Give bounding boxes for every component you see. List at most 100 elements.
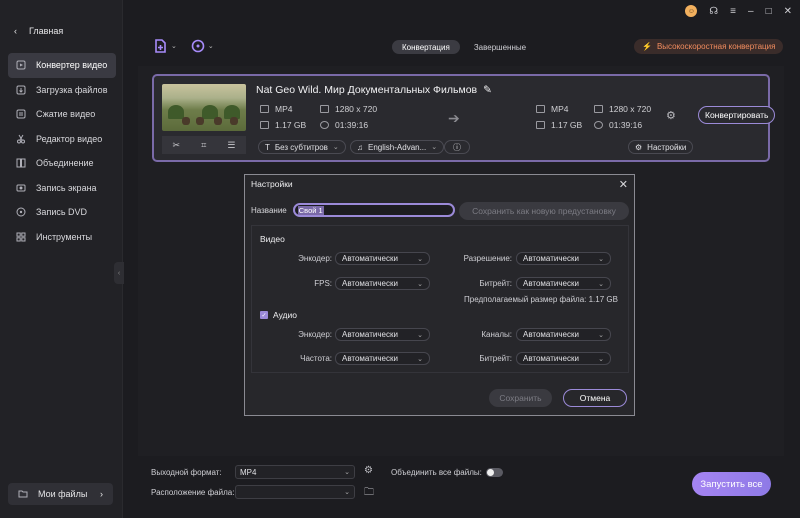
- file-location-select[interactable]: ⌄: [235, 485, 355, 499]
- subtitles-select[interactable]: T Без субтитров ⌄: [258, 140, 346, 154]
- sidebar-nav: Конвертер видео Загрузка файлов Сжатие в…: [8, 53, 116, 249]
- chevron-down-icon: ⌄: [417, 355, 423, 363]
- audio-encoder-select[interactable]: Автоматически ⌄: [335, 328, 430, 341]
- list-icon[interactable]: ☰: [227, 140, 235, 151]
- settings-dialog: Настройки ✕ Название Свой 1 Сохранить ка…: [244, 174, 635, 416]
- thumbnail-toolbar: ✂ ⌗ ☰: [162, 136, 246, 154]
- sidebar-item-merge[interactable]: Объединение: [8, 151, 116, 176]
- add-file-icon: [155, 39, 166, 53]
- close-icon[interactable]: ✕: [619, 178, 628, 191]
- output-format-select[interactable]: MP4 ⌄: [235, 465, 355, 479]
- sidebar-item-dvd[interactable]: Запись DVD: [8, 200, 116, 225]
- audio-track-select[interactable]: ♫ English-Advan... ⌄: [350, 140, 445, 154]
- cancel-button[interactable]: Отмена: [563, 389, 627, 407]
- scissors-icon[interactable]: ✂: [173, 140, 181, 151]
- fps-select[interactable]: Автоматически ⌄: [335, 277, 430, 290]
- avatar[interactable]: ☺: [685, 5, 698, 17]
- settings-icon: ⚙: [635, 142, 643, 152]
- video-encoder-label: Энкодер:: [298, 254, 332, 263]
- start-all-button[interactable]: Запустить все: [692, 472, 771, 496]
- tab-convert[interactable]: Конвертация: [392, 40, 460, 54]
- format-settings-icon[interactable]: ⚙: [364, 465, 373, 476]
- menu-icon[interactable]: ≡: [730, 6, 736, 17]
- folder-icon: [260, 121, 269, 129]
- audio-icon: ♫: [357, 142, 363, 152]
- source-resolution-value: 1280 x 720: [335, 104, 378, 114]
- audio-checkbox[interactable]: ✓: [260, 311, 268, 319]
- merge-toggle[interactable]: [486, 468, 503, 477]
- merge-label: Объединить все файлы:: [391, 468, 482, 477]
- target-format: MP4: [536, 104, 568, 114]
- save-button[interactable]: Сохранить: [489, 389, 552, 407]
- name-label: Название: [251, 205, 287, 215]
- chevron-right-icon: ›: [100, 489, 103, 499]
- headset-icon[interactable]: ☊: [709, 6, 718, 17]
- video-thumbnail[interactable]: [162, 84, 246, 131]
- source-duration: 01:39:16: [320, 120, 368, 130]
- high-speed-label: Высокоскоростная конвертация: [656, 42, 776, 51]
- convert-button[interactable]: Конвертировать: [698, 106, 776, 124]
- info-button[interactable]: ⓘ: [444, 140, 470, 154]
- settings-label: Настройки: [647, 142, 687, 152]
- close-icon[interactable]: ✕: [784, 6, 792, 17]
- edit-icon[interactable]: ✎: [483, 84, 492, 96]
- add-disc-button[interactable]: ⌄: [191, 39, 214, 53]
- settings-button[interactable]: ⚙ Настройки: [628, 140, 694, 154]
- target-resolution: 1280 x 720: [594, 104, 651, 114]
- grid-icon: [16, 232, 26, 242]
- arrow-right-icon: ➔: [448, 110, 460, 126]
- sidebar: ‹ Главная Конвертер видео Загрузка файло…: [0, 0, 123, 518]
- my-files-label: Мои файлы: [38, 489, 88, 499]
- audio-section-label: Аудио: [273, 310, 297, 320]
- audio-track-value: English-Advan...: [368, 142, 427, 152]
- video-section-title: Видео: [260, 234, 285, 244]
- tabs: Конвертация Завершенные: [392, 40, 536, 54]
- estimated-size: Предполагаемый размер файла: 1.17 GB: [464, 295, 618, 304]
- add-file-button[interactable]: ⌄: [154, 39, 177, 53]
- sample-rate-value: Автоматически: [342, 354, 398, 363]
- resolution-select[interactable]: Автоматически ⌄: [516, 252, 611, 265]
- video-bitrate-select[interactable]: Автоматически ⌄: [516, 277, 611, 290]
- sample-rate-label: Частота:: [300, 354, 332, 363]
- home-link[interactable]: ‹ Главная: [14, 26, 63, 36]
- sidebar-item-screen-record[interactable]: Запись экрана: [8, 176, 116, 201]
- tab-finished[interactable]: Завершенные: [464, 40, 536, 54]
- audio-bitrate-select[interactable]: Автоматически ⌄: [516, 352, 611, 365]
- file-card[interactable]: ✂ ⌗ ☰ Nat Geo Wild. Мир Документальных Ф…: [152, 74, 776, 162]
- my-files-button[interactable]: Мои файлы ›: [8, 483, 113, 505]
- file-settings-icon[interactable]: ⚙: [666, 109, 676, 122]
- resolution-icon: [594, 105, 603, 113]
- crop-icon[interactable]: ⌗: [201, 140, 206, 151]
- maximize-icon[interactable]: □: [766, 6, 772, 17]
- video-convert-icon: [16, 60, 26, 70]
- clock-icon: [594, 121, 603, 129]
- sidebar-collapse-handle[interactable]: ‹: [114, 262, 124, 284]
- sidebar-item-tools[interactable]: Инструменты: [8, 225, 116, 250]
- minimize-icon[interactable]: –: [748, 6, 754, 17]
- download-icon: [16, 85, 26, 95]
- save-as-preset-button[interactable]: Сохранить как новую предустановку: [459, 202, 629, 220]
- sidebar-item-editor[interactable]: Редактор видео: [8, 127, 116, 152]
- name-value: Свой 1: [297, 205, 324, 215]
- output-format-value: MP4: [240, 467, 257, 477]
- sidebar-item-video-converter[interactable]: Конвертер видео: [8, 53, 116, 78]
- resolution-label: Разрешение:: [463, 254, 512, 263]
- sidebar-item-download[interactable]: Загрузка файлов: [8, 78, 116, 103]
- bottom-bar: Выходной формат: MP4 ⌄ ⚙ Объединить все …: [138, 458, 800, 518]
- chevron-down-icon: ⌄: [417, 331, 423, 339]
- sample-rate-select[interactable]: Автоматически ⌄: [335, 352, 430, 365]
- window-controls: ☺ ☊ ≡ – □ ✕: [685, 5, 792, 17]
- sidebar-item-compress[interactable]: Сжатие видео: [8, 102, 116, 127]
- channels-select[interactable]: Автоматически ⌄: [516, 328, 611, 341]
- target-duration-value: 01:39:16: [609, 120, 643, 130]
- name-row: Название Свой 1: [251, 203, 455, 217]
- dialog-header: Настройки ✕: [245, 175, 634, 193]
- topbar: ☺ ☊ ≡ – □ ✕ ⌄ ⌄ Конвертация Завершенные …: [124, 0, 800, 66]
- folder-icon[interactable]: 🗀: [364, 485, 374, 502]
- video-encoder-select[interactable]: Автоматически ⌄: [335, 252, 430, 265]
- audio-bitrate-label: Битрейт:: [479, 354, 512, 363]
- video-bitrate-value: Автоматически: [523, 279, 579, 288]
- name-input[interactable]: Свой 1: [292, 203, 455, 217]
- target-format-value: MP4: [551, 104, 569, 114]
- high-speed-badge[interactable]: ⚡ Высокоскоростная конвертация: [634, 39, 784, 54]
